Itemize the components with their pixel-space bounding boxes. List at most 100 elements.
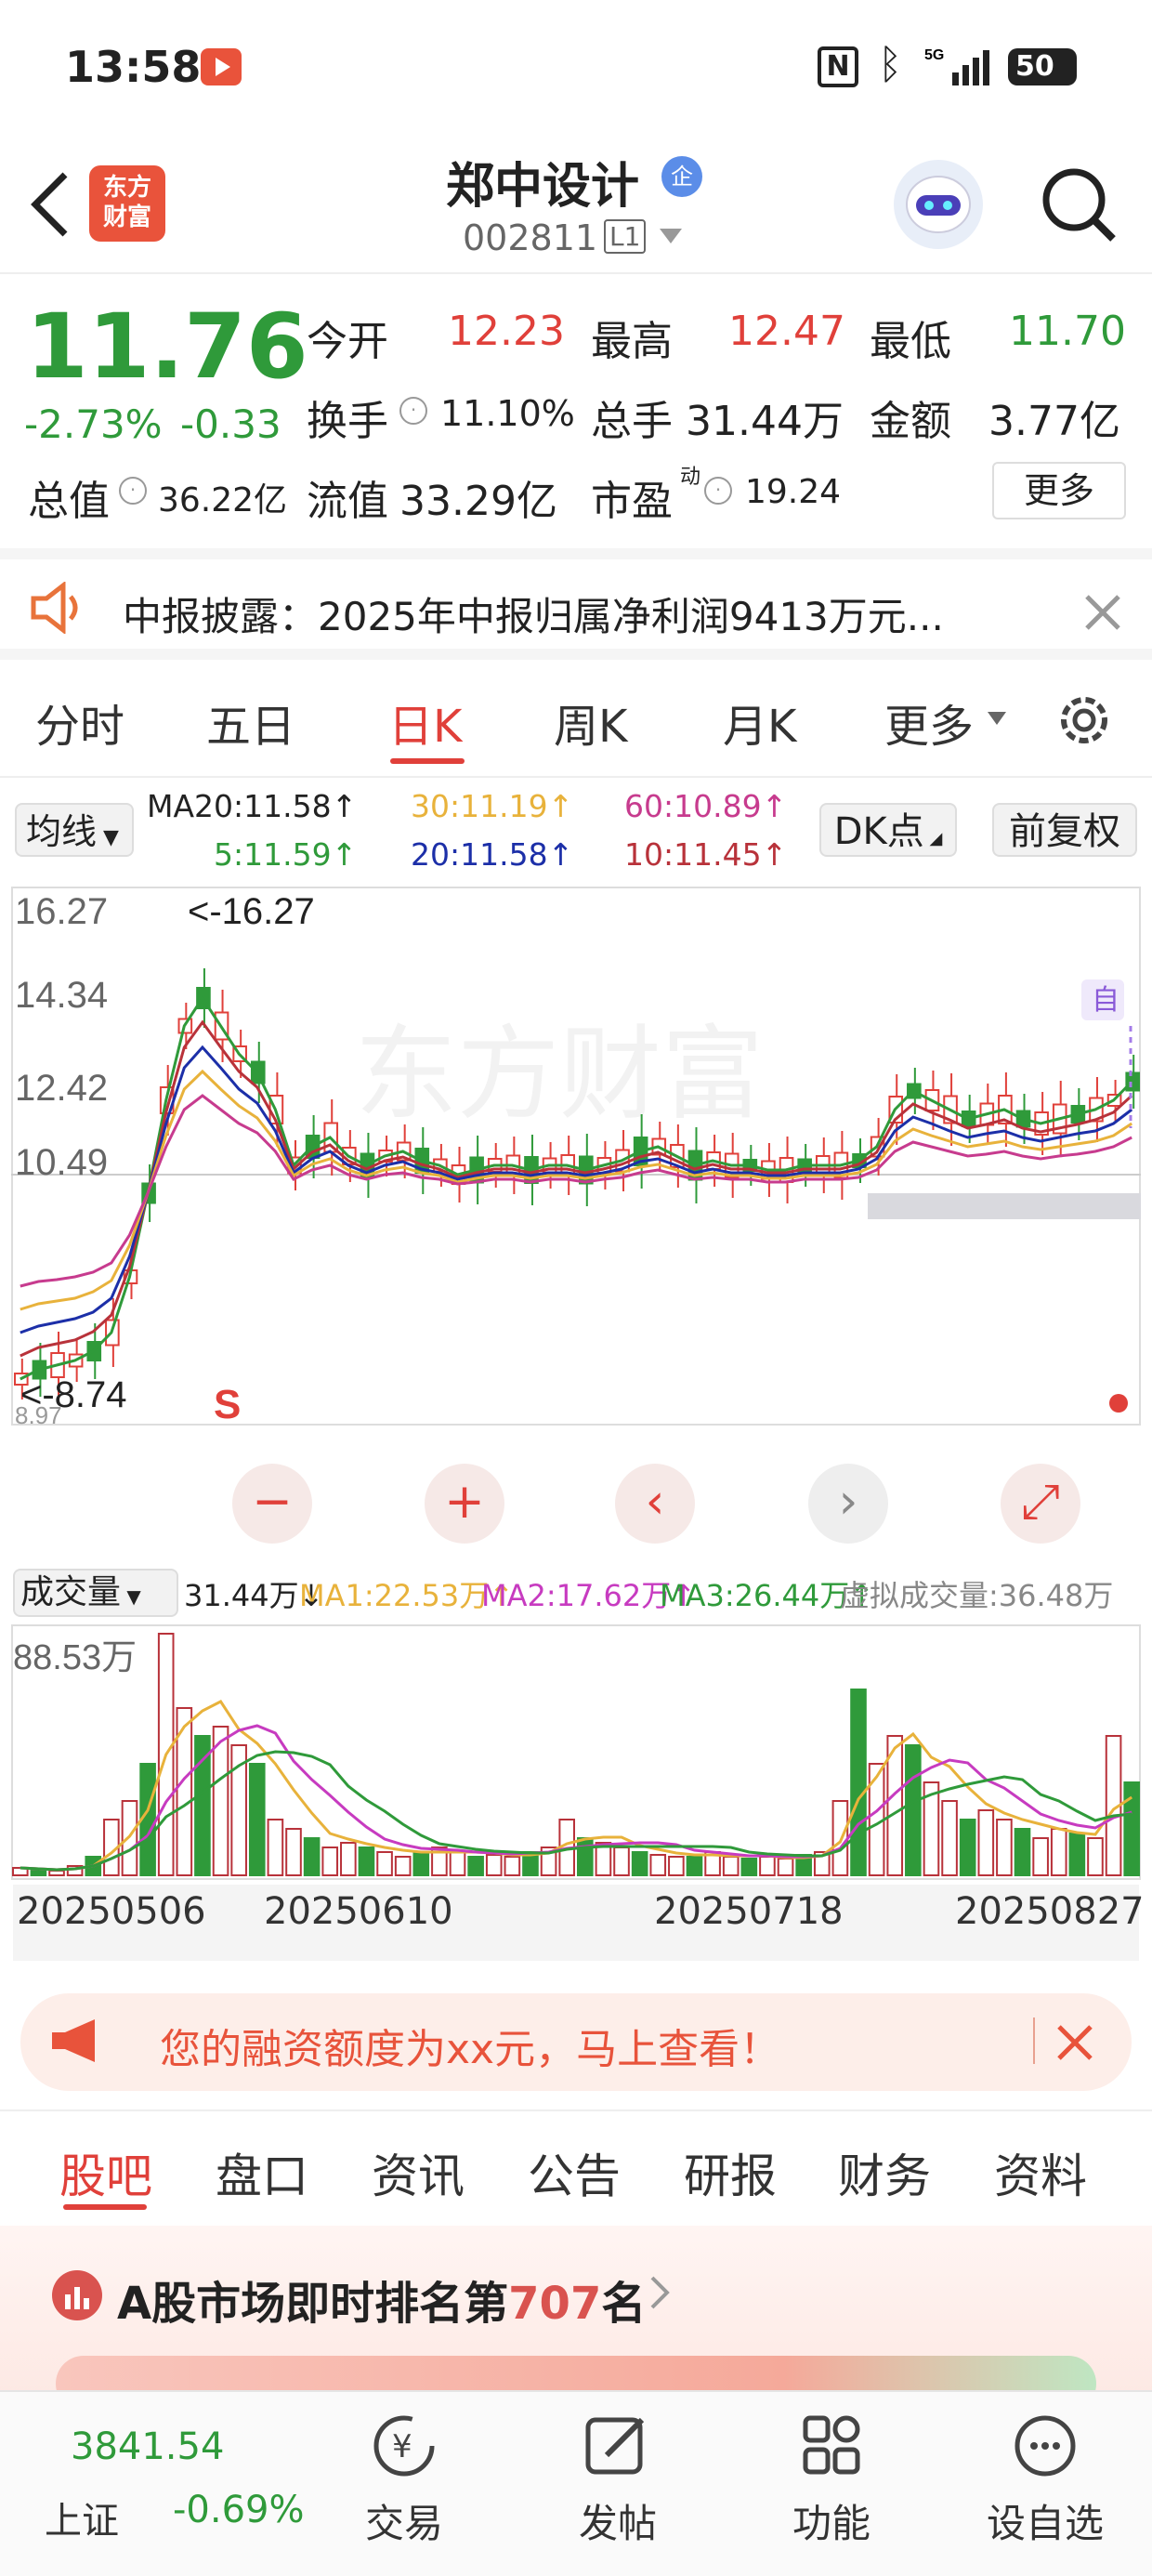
edit-icon xyxy=(585,2417,645,2475)
index-change[interactable]: -0.69% xyxy=(173,2489,305,2531)
ma-selector-label: 均线 xyxy=(26,811,98,852)
volume-bar xyxy=(248,1763,266,1876)
scroll-right-button[interactable]: › xyxy=(808,1464,888,1544)
info-icon[interactable]: · xyxy=(704,477,732,505)
candle xyxy=(1125,1071,1140,1092)
volume-bar xyxy=(467,1856,484,1876)
svg-text:¥: ¥ xyxy=(392,2428,412,2465)
tab-announcements[interactable]: 公告 xyxy=(528,2139,621,2206)
index-value[interactable]: 3841.54 xyxy=(71,2425,224,2468)
nav-functions[interactable]: 功能 xyxy=(762,2411,901,2549)
tab-five-day[interactable]: 五日 xyxy=(206,690,295,755)
close-icon[interactable] xyxy=(1080,589,1126,639)
volume-bar xyxy=(577,1837,594,1876)
tab-finance[interactable]: 财务 xyxy=(838,2139,931,2206)
chevron-right-icon xyxy=(648,2274,671,2315)
nav-trade[interactable]: ¥ 交易 xyxy=(334,2411,474,2549)
ma10-label: 10:11.45↑ xyxy=(624,836,788,873)
tab-profile[interactable]: 资料 xyxy=(994,2139,1087,2206)
info-icon[interactable]: · xyxy=(399,397,427,425)
volume-bar xyxy=(1014,1828,1031,1876)
index-name[interactable]: 上证 xyxy=(45,2491,119,2544)
notice-text: 中报披露：2025年中报归属净利润9413万元... xyxy=(123,594,944,639)
volume-bar xyxy=(759,1856,776,1876)
battery-level: 50 xyxy=(1015,50,1054,83)
nav-post[interactable]: 发帖 xyxy=(548,2411,687,2549)
volume-bar xyxy=(412,1851,430,1876)
tab-monthly-k[interactable]: 月K xyxy=(723,690,796,755)
more-dots-icon xyxy=(1015,2415,1076,2477)
adjust-button[interactable]: 前复权 xyxy=(992,803,1137,857)
open-label: 今开 xyxy=(307,318,388,365)
app-logo[interactable]: 东方 财富 xyxy=(89,165,165,242)
nav-functions-label: 功能 xyxy=(792,2501,871,2546)
tab-guba[interactable]: 股吧 xyxy=(59,2139,152,2206)
date-label: 20250610 xyxy=(264,1890,453,1933)
sell-signal: S xyxy=(214,1382,241,1426)
volume-bar xyxy=(777,1858,794,1876)
zoom-out-button[interactable]: − xyxy=(232,1464,312,1544)
volume-bar xyxy=(321,1847,339,1876)
low-value: 11.70 xyxy=(1009,308,1126,355)
margin-promo-banner[interactable]: 您的融资额度为xx元，马上查看！ xyxy=(20,1993,1132,2091)
turnover-label: 换手 xyxy=(307,398,388,445)
scroll-left-button[interactable]: ‹ xyxy=(615,1464,695,1544)
tab-news[interactable]: 资讯 xyxy=(372,2139,465,2206)
zoom-in-button[interactable]: + xyxy=(425,1464,504,1544)
volume-bar xyxy=(376,1851,393,1876)
volume-bar xyxy=(267,1819,284,1876)
rank-card[interactable]: A股市场即时排名第707名 xyxy=(0,2226,1152,2412)
notice-bar[interactable]: 中报披露：2025年中报归属净利润9413万元... xyxy=(0,548,1152,660)
tab-intraday[interactable]: 分时 xyxy=(35,690,124,755)
current-price: 11.76 xyxy=(26,295,308,399)
tab-research[interactable]: 研报 xyxy=(684,2139,777,2206)
tab-weekly-k[interactable]: 周K xyxy=(554,690,627,755)
back-icon[interactable] xyxy=(22,167,78,242)
close-icon[interactable] xyxy=(1054,2021,1096,2068)
volume-selector[interactable]: 成交量 ▼ xyxy=(13,1569,178,1617)
ma-selector[interactable]: 均线 ▼ xyxy=(15,803,134,857)
trade-icon: ¥ xyxy=(373,2415,435,2477)
tab-daily-k[interactable]: 日K xyxy=(388,690,462,755)
cost-band xyxy=(868,1193,1141,1219)
logo-line2: 财富 xyxy=(102,204,151,231)
volume-bar xyxy=(485,1854,503,1876)
high-value: 12.47 xyxy=(728,308,845,355)
gear-icon[interactable] xyxy=(1052,688,1117,756)
dk-point-button[interactable]: DK点 ◢ xyxy=(819,803,957,857)
status-time: 13:58 xyxy=(65,42,202,92)
divider xyxy=(1033,2017,1035,2064)
nav-watchlist[interactable]: 设自选 xyxy=(975,2411,1115,2549)
nav-post-label: 发帖 xyxy=(578,2501,657,2546)
code-dropdown-icon[interactable] xyxy=(658,225,684,251)
kline-chart-area: 均线 ▼ MA20:11.58↑ 30:11.19↑ 60:10.89↑ 5:1… xyxy=(0,781,1152,1970)
date-label: 20250718 xyxy=(654,1890,844,1933)
tab-panel[interactable]: 盘口 xyxy=(216,2139,308,2206)
ma20-label: MA20:11.58↑ xyxy=(147,788,358,824)
volume-chart[interactable]: 88.53万 xyxy=(11,1624,1141,1880)
fullscreen-button[interactable]: ⤢ xyxy=(1001,1464,1080,1544)
tab-more[interactable]: 更多 xyxy=(884,690,974,755)
mcap-label: 总值 xyxy=(28,478,110,525)
date-label: 20250506 xyxy=(17,1890,206,1933)
mcap-value: 36.22亿 xyxy=(158,481,288,519)
robot-assistant-avatar[interactable] xyxy=(894,160,983,249)
volume-bar xyxy=(831,1800,849,1876)
stock-header: 东方 财富 郑中设计 企 002811 L1 xyxy=(0,139,1152,274)
volume-bar xyxy=(30,1869,47,1876)
volume-bar xyxy=(613,1847,630,1876)
battery-icon: 50 xyxy=(1008,48,1077,85)
date-axis: 20250506 20250610 20250718 20250827 xyxy=(13,1885,1145,1961)
y-label: 12.42 xyxy=(15,1068,108,1109)
stock-name: 郑中设计 xyxy=(446,159,640,215)
search-icon[interactable] xyxy=(1037,163,1120,250)
pe-value: 19.24 xyxy=(745,473,842,511)
ma60-label: 60:10.89↑ xyxy=(624,788,788,824)
more-quote-button[interactable]: 更多 xyxy=(992,462,1126,519)
volume-bar xyxy=(358,1847,375,1876)
kline-chart[interactable]: 东方财富 16.27 14.34 12.42 10.49 <-16.27 <-8… xyxy=(11,887,1141,1426)
low-label: 8.97 xyxy=(15,1401,62,1426)
bottom-nav: 3841.54 上证 -0.69% ¥ 交易 发帖 功能 设自选 xyxy=(0,2390,1152,2576)
volume-bar xyxy=(649,1854,667,1876)
info-icon[interactable]: · xyxy=(119,477,147,505)
